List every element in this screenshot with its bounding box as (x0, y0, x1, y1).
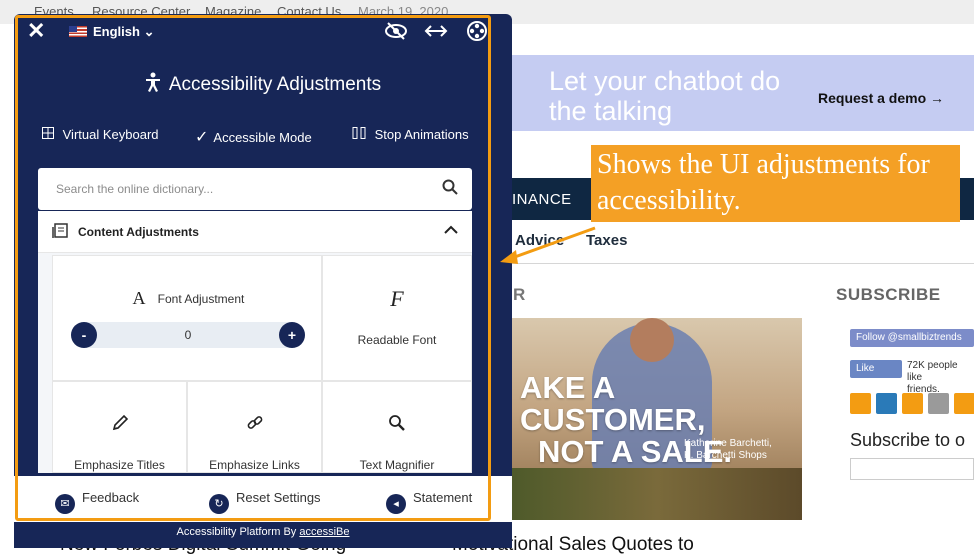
search-icon[interactable] (442, 179, 458, 200)
readable-font-icon: F (390, 286, 404, 311)
annotation-arrow (500, 226, 596, 264)
subscribe-email-input[interactable] (850, 458, 974, 480)
eye-slash-icon[interactable] (384, 20, 408, 47)
emphasize-titles-tile[interactable]: Emphasize Titles (52, 381, 187, 473)
dictionary-search-input[interactable] (38, 168, 438, 210)
stop-animations-toggle[interactable]: Stop Animations (352, 127, 469, 142)
section-heading-fragment: R (513, 285, 526, 304)
feedback-label: Feedback (82, 490, 140, 505)
feedback-button[interactable]: ✉ Feedback (55, 490, 139, 514)
reset-settings-label: Reset Settings (236, 490, 321, 505)
stop-animations-label: Stop Animations (374, 127, 469, 142)
link-icon (188, 414, 321, 437)
emphasize-links-tile[interactable]: Emphasize Links (187, 381, 322, 473)
panel-toolbar: ✕ English ⌄ (14, 14, 512, 50)
checkmark-icon: ✓ (195, 129, 209, 146)
font-size-value: 0 (184, 328, 192, 342)
accessible-mode-label: Accessible Mode (213, 130, 312, 145)
hero-head-shape (630, 318, 674, 362)
chevron-up-icon[interactable] (444, 222, 458, 238)
emphasize-links-label: Emphasize Links (209, 458, 300, 472)
decrease-font-button[interactable]: - (71, 322, 97, 348)
ad-banner-text: Let your chatbot do the talking (549, 66, 781, 126)
dictionary-search (38, 168, 472, 210)
font-size-stepper: - 0 + (71, 322, 305, 348)
content-adjustments-header[interactable]: Content Adjustments (38, 211, 472, 253)
platform-credit: Accessibility Platform By accessiBe (14, 526, 512, 538)
subscribe-newsletter-heading: Subscribe to o (850, 430, 966, 450)
pinterest-icon[interactable] (902, 393, 923, 414)
close-icon[interactable]: ✕ (27, 19, 45, 43)
chevron-down-icon: ⌄ (143, 24, 155, 39)
pencil-icon (53, 414, 186, 437)
content-adjustments-section: Content Adjustments A Font Adjustment - … (38, 211, 472, 473)
article-hero-image[interactable]: AKE A CUSTOMER, NOT A SALE. Katherine Ba… (512, 318, 802, 520)
virtual-keyboard-toggle[interactable]: Virtual Keyboard (42, 127, 159, 142)
twitter-follow-button[interactable]: Follow @smallbiztrends (850, 329, 974, 347)
magnifier-icon (323, 414, 471, 437)
annotation-callout: Shows the UI adjustments for accessibili… (591, 145, 960, 222)
accessibility-panel: ✕ English ⌄ Accessibility Adjustments Vi… (14, 14, 512, 548)
flipboard-icon[interactable] (954, 393, 974, 414)
panel-title-text: Accessibility Adjustments (168, 74, 382, 95)
accessibility-person-icon (145, 72, 161, 98)
virtual-keyboard-label: Virtual Keyboard (62, 127, 159, 142)
accessibe-link[interactable]: accessiBe (299, 526, 349, 538)
ad-request-demo-link[interactable]: Request a demo → (818, 90, 944, 106)
hero-plants-shape (512, 468, 802, 520)
hero-credit: Katherine Barchetti, K. Barchetti Shops (684, 438, 772, 462)
emphasize-titles-label: Emphasize Titles (74, 458, 165, 472)
facebook-like-count-line-1: 72K people like (907, 360, 958, 383)
reset-settings-button[interactable]: ↻ Reset Settings (209, 490, 321, 514)
hero-quote-line-1: AKE A CUSTOMER, (520, 370, 706, 437)
language-selector[interactable]: English ⌄ (93, 24, 154, 40)
text-magnifier-label: Text Magnifier (359, 458, 435, 472)
rss-icon[interactable] (850, 393, 871, 414)
film-reel-icon[interactable] (466, 20, 488, 47)
nav-item-finance[interactable]: INANCE (512, 191, 572, 208)
font-adjustment-tile: A Font Adjustment - 0 + (52, 255, 322, 381)
feedback-icon: ✉ (55, 494, 75, 514)
book-icon (52, 223, 70, 243)
statement-button[interactable]: ◂ Statement (386, 490, 472, 514)
reset-icon: ↻ (209, 494, 229, 514)
readable-font-tile[interactable]: F Readable Font (322, 255, 472, 381)
us-flag-icon (69, 26, 87, 37)
platform-prefix: Accessibility Platform By (176, 526, 297, 538)
podcast-icon[interactable] (928, 393, 949, 414)
statement-label: Statement (413, 490, 473, 505)
facebook-like-button[interactable]: Like (850, 360, 902, 378)
pause-icon (352, 127, 370, 142)
hero-credit-shop: K. Barchetti Shops (684, 450, 767, 461)
increase-font-button[interactable]: + (279, 322, 305, 348)
arrows-horizontal-icon[interactable] (424, 20, 448, 47)
readable-font-label: Readable Font (357, 333, 437, 347)
text-magnifier-tile[interactable]: Text Magnifier (322, 381, 472, 473)
linkedin-icon[interactable] (876, 393, 897, 414)
hero-credit-name: Katherine Barchetti, (684, 438, 772, 449)
subscribe-heading: SUBSCRIBE (836, 285, 941, 304)
font-adjustment-label: Font Adjustment (157, 292, 245, 306)
facebook-like-count: 72K people like friends. (907, 360, 974, 396)
panel-footer: ✉ Feedback ↻ Reset Settings ◂ Statement (14, 476, 512, 522)
keyboard-icon (42, 127, 58, 142)
content-adjustments-label: Content Adjustments (78, 225, 199, 239)
panel-title: Accessibility Adjustments (14, 72, 512, 98)
language-label: English (93, 24, 140, 39)
megaphone-icon: ◂ (386, 494, 406, 514)
accessible-mode-toggle[interactable]: ✓ Accessible Mode (195, 127, 312, 147)
